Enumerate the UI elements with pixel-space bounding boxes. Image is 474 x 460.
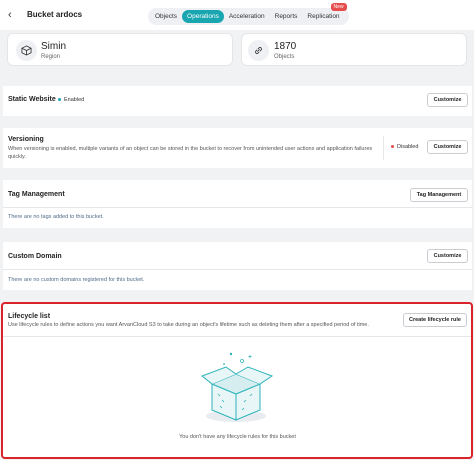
custom-domain-empty-text: There are no custom domains registered f… xyxy=(8,277,145,283)
custom-domain-section: Custom Domain Customize There are no cus… xyxy=(3,242,472,290)
objects-card: 1870 Objects xyxy=(241,33,467,66)
tab-replication-label: Replication xyxy=(307,13,340,20)
custom-domain-divider xyxy=(3,269,472,270)
static-website-status-label: Enabled xyxy=(64,97,85,103)
tag-management-section: Tag Management Tag Management There are … xyxy=(3,180,472,228)
header: ‹ Bucket ardocs Objects Operations Accel… xyxy=(0,0,474,30)
region-card: Simin Region xyxy=(7,33,233,66)
tag-management-title: Tag Management xyxy=(8,191,65,198)
static-website-status: Enabled xyxy=(58,97,84,103)
tab-operations[interactable]: Operations xyxy=(182,10,224,23)
region-label: Region xyxy=(41,54,61,60)
new-badge: New xyxy=(330,3,347,11)
objects-label: Objects xyxy=(274,54,295,60)
objects-value: 1870 xyxy=(274,41,297,52)
lifecycle-highlight-box xyxy=(1,302,473,459)
status-dot xyxy=(391,145,394,149)
static-website-title: Static Website xyxy=(8,96,56,103)
versioning-description: When versioning is enabled, multiple var… xyxy=(8,146,373,160)
custom-domain-customize-button[interactable]: Customize xyxy=(427,249,468,263)
versioning-status-label: Disabled xyxy=(397,144,419,150)
bucket-title: Bucket ardocs xyxy=(27,10,83,19)
tag-management-divider xyxy=(3,207,472,208)
region-value: Simin xyxy=(41,41,67,52)
versioning-section: Versioning When versioning is enabled, m… xyxy=(3,128,472,168)
tag-management-empty-text: There are no tags added to this bucket. xyxy=(8,214,104,220)
cube-icon xyxy=(16,40,37,61)
tab-acceleration[interactable]: Acceleration xyxy=(224,10,270,23)
tab-replication[interactable]: Replication New xyxy=(302,3,347,23)
custom-domain-title: Custom Domain xyxy=(8,253,62,260)
status-dot xyxy=(58,98,61,102)
tab-objects[interactable]: Objects xyxy=(150,10,182,23)
tab-bar: Objects Operations Acceleration Reports … xyxy=(148,3,349,25)
bucket-operations-page: ‹ Bucket ardocs Objects Operations Accel… xyxy=(0,0,474,460)
link-icon xyxy=(248,40,269,61)
chevron-left-icon[interactable]: ‹ xyxy=(8,10,12,21)
versioning-status: Disabled xyxy=(391,144,418,150)
static-website-customize-button[interactable]: Customize xyxy=(427,93,468,107)
versioning-divider xyxy=(383,136,384,160)
tab-reports[interactable]: Reports xyxy=(270,10,303,23)
static-website-section: Static Website Enabled Customize xyxy=(3,86,472,116)
tag-management-button[interactable]: Tag Management xyxy=(410,188,468,202)
versioning-customize-button[interactable]: Customize xyxy=(427,140,468,154)
versioning-title: Versioning xyxy=(8,136,44,143)
